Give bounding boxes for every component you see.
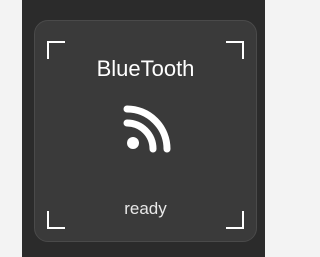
bluetooth-card[interactable]: BlueTooth ready [34, 20, 257, 242]
card-title: BlueTooth [96, 56, 195, 81]
rss-feed-icon [121, 101, 175, 155]
status-text: ready [124, 199, 167, 218]
